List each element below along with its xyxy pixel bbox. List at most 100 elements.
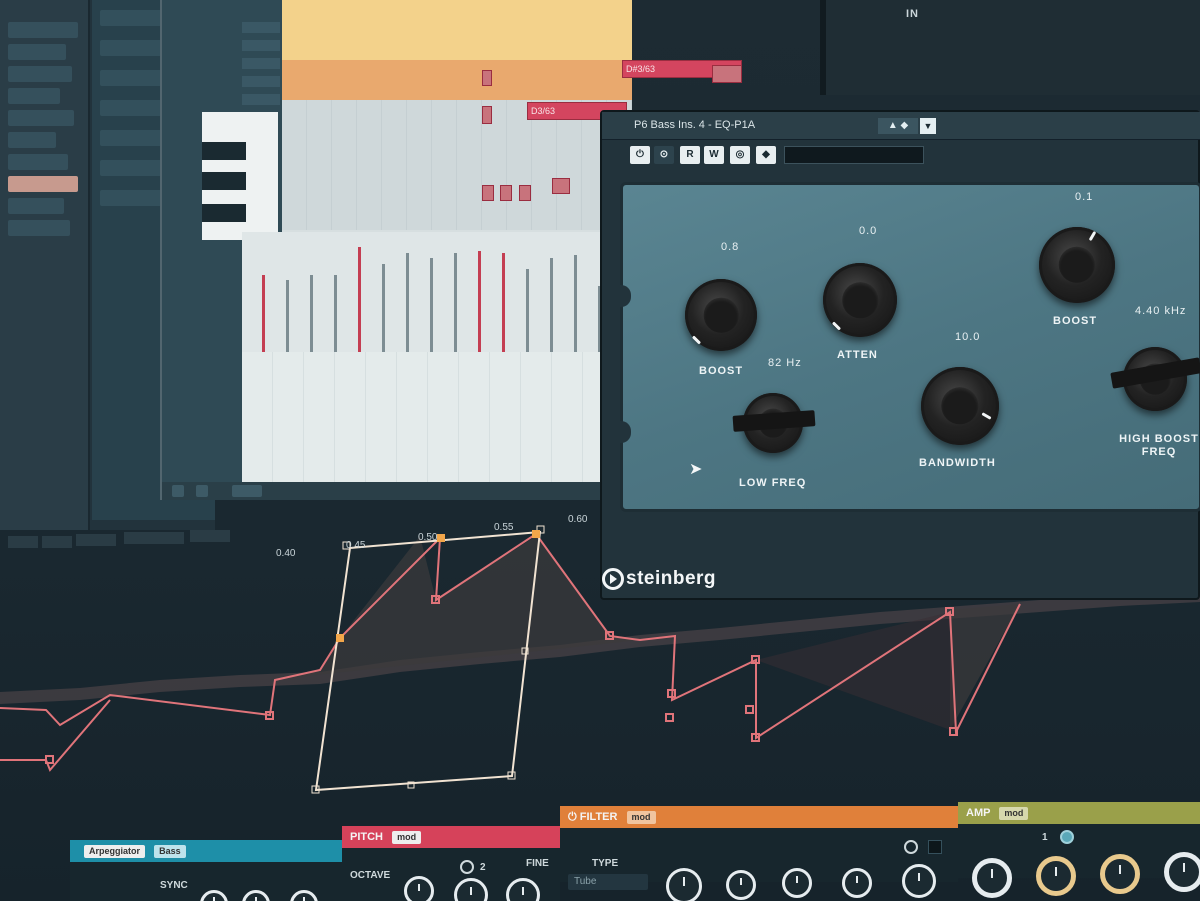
filter-button[interactable] [928,840,942,854]
velocity-bar[interactable] [502,253,505,352]
filter-knob[interactable] [726,870,756,900]
lane-field[interactable] [76,534,116,546]
boost-high-knob[interactable] [1039,227,1115,303]
preset-arrows-button[interactable]: ▲ ◆ [878,118,918,134]
nav-item[interactable] [8,154,68,170]
nav-item[interactable] [8,88,60,104]
arp-chip[interactable]: Bass [154,844,186,858]
nav-item[interactable] [8,132,56,148]
power-icon[interactable]: ⏻ [568,811,577,823]
footer-button[interactable] [196,485,208,497]
write-automation-button[interactable]: W [704,146,724,164]
black-key[interactable] [202,142,246,160]
note-grid[interactable]: D#3/63 D3/63 [282,60,742,230]
fine-knob[interactable] [506,878,540,901]
pitch-chip[interactable]: mod [392,830,422,844]
filter-knob[interactable] [782,868,812,898]
nav-item[interactable] [8,220,70,236]
automation-curve[interactable] [0,699,111,772]
amp-toggle[interactable] [1060,830,1074,844]
midi-note[interactable] [482,70,492,86]
velocity-bar[interactable] [262,275,265,352]
velocity-bar[interactable] [430,258,433,352]
filter-knob[interactable] [666,868,702,901]
nav-item[interactable] [8,110,74,126]
footer-button[interactable] [232,485,262,497]
filter-chip[interactable]: mod [626,810,656,824]
velocity-bar[interactable] [478,251,481,352]
velocity-bar[interactable] [310,275,313,352]
filter-knob[interactable] [902,864,936,898]
filter-type-select[interactable]: Tube [568,874,648,890]
pitch-knob[interactable] [454,878,488,901]
track-control[interactable] [242,94,280,105]
footer-button[interactable] [172,485,184,497]
midi-note[interactable] [500,185,512,201]
pitch-header[interactable]: PITCH mod [342,826,560,848]
sidechain-button[interactable]: ⊙ [654,146,674,164]
nav-item[interactable] [8,44,66,60]
amp-chip[interactable]: mod [999,806,1029,820]
nav-item-selected[interactable] [8,176,78,192]
preset-field[interactable] [784,146,924,164]
arp-header[interactable]: Arpeggiator Bass [70,840,342,862]
black-key[interactable] [202,204,246,222]
nav-item[interactable] [8,66,72,82]
piano-keys[interactable] [202,112,278,240]
controller-lane[interactable] [242,352,632,482]
velocity-bar[interactable] [574,255,577,352]
automation-node[interactable] [336,634,344,642]
automation-node[interactable] [665,713,674,722]
midi-note[interactable] [482,185,494,201]
amp-header[interactable]: AMP mod [958,802,1200,824]
track-control[interactable] [242,58,280,69]
automation-node[interactable] [437,534,445,542]
track-control[interactable] [242,76,280,87]
arp-knob[interactable] [200,890,228,901]
pitch-toggle[interactable] [460,860,474,874]
plugin-titlebar[interactable]: P6 Bass Ins. 4 - EQ-P1A ▲ ◆ ▼ [602,112,1200,140]
velocity-bar[interactable] [286,280,289,352]
preset-menu-button[interactable]: ◆ [756,146,776,164]
amp-knob[interactable] [972,858,1012,898]
filter-header[interactable]: ⏻ FILTER mod [560,806,958,828]
amp-knob[interactable] [1164,852,1200,892]
compare-button[interactable]: ◎ [730,146,750,164]
filter-knob[interactable] [842,868,872,898]
filter-toggle[interactable] [904,840,918,854]
velocity-bar[interactable] [358,247,361,352]
midi-note[interactable] [482,106,492,124]
track-control[interactable] [242,40,280,51]
velocity-bar[interactable] [406,253,409,352]
black-key[interactable] [202,172,246,190]
bandwidth-knob[interactable] [921,367,999,445]
nav-item[interactable] [8,22,78,38]
amp-knob[interactable] [1036,856,1076,896]
octave-knob[interactable] [404,876,434,901]
arranger-lane[interactable] [282,0,632,60]
lane-field[interactable] [8,536,38,548]
midi-note[interactable] [519,185,531,201]
velocity-bar[interactable] [334,275,337,352]
midi-note[interactable] [712,65,742,83]
velocity-lane[interactable] [242,232,632,352]
midi-note[interactable] [552,178,570,194]
lane-field[interactable] [124,532,184,544]
velocity-bar[interactable] [454,253,457,352]
automation-node[interactable] [745,705,754,714]
velocity-bar[interactable] [526,269,529,352]
chord-lane[interactable] [282,60,632,100]
nav-item[interactable] [8,198,64,214]
lane-field[interactable] [42,536,72,548]
automation-node[interactable] [532,530,540,538]
read-automation-button[interactable]: R [680,146,700,164]
arp-knob[interactable] [242,890,270,901]
velocity-bar[interactable] [550,258,553,352]
amp-knob[interactable] [1100,854,1140,894]
arp-knob[interactable] [290,890,318,901]
track-control[interactable] [242,22,280,33]
menu-dropdown-icon[interactable]: ▼ [920,118,936,134]
lane-field[interactable] [190,530,230,542]
bypass-button[interactable]: ⏻ [630,146,650,164]
velocity-bar[interactable] [382,264,385,352]
